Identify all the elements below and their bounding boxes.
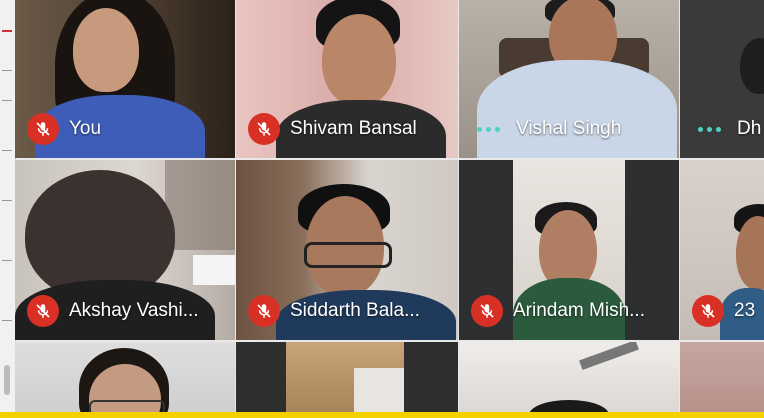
mic-off-icon[interactable] [471,295,503,327]
participant-label: Siddarth Bala... [248,295,420,327]
participant-tile-akshay[interactable]: Akshay Vashi... [15,160,235,340]
left-window-edge [0,0,16,418]
participant-label: Akshay Vashi... [27,295,199,327]
participant-tile-arindam[interactable]: Arindam Mish... [459,160,679,340]
audio-dots-icon [471,126,506,132]
mic-off-icon[interactable] [27,113,59,145]
participant-tile-row3-2[interactable] [236,342,458,412]
participant-name: Shivam Bansal [290,118,417,139]
participant-name: Dh [737,118,762,139]
participant-label: Shivam Bansal [248,113,417,145]
participant-name: Vishal Singh [516,118,622,139]
scroll-handle[interactable] [4,365,10,395]
participant-name: Arindam Mish... [513,300,645,321]
mic-off-icon[interactable] [248,295,280,327]
participant-name: 23 [734,300,756,321]
participant-label: 23 [692,295,756,327]
participant-tile-23[interactable]: 23 [680,160,764,340]
bottom-highlight-bar [0,412,764,418]
participant-tile-you[interactable]: You [15,0,235,158]
participant-tile-row3-4[interactable] [680,342,764,412]
participant-tile-row3-3[interactable] [459,342,679,412]
audio-dots-icon [692,126,727,132]
participant-tile-dh[interactable]: Dh [680,0,764,158]
participant-name: Siddarth Bala... [290,300,420,321]
mic-off-icon[interactable] [248,113,280,145]
participant-label: Arindam Mish... [471,295,645,327]
participant-name: You [69,118,102,139]
mic-off-icon[interactable] [692,295,724,327]
participant-tile-siddarth[interactable]: Siddarth Bala... [236,160,458,340]
participant-label: Vishal Singh [471,114,621,144]
participant-name: Akshay Vashi... [69,300,199,321]
participant-label: You [27,113,102,145]
mic-off-icon[interactable] [27,295,59,327]
participant-label: Dh [692,114,761,144]
participant-tile-row3-1[interactable] [15,342,235,412]
participant-tile-shivam[interactable]: Shivam Bansal [236,0,458,158]
participant-tile-vishal[interactable]: Vishal Singh [459,0,679,158]
video-grid: You Shivam Bansal Vishal Singh Dh Akshay… [15,0,764,412]
